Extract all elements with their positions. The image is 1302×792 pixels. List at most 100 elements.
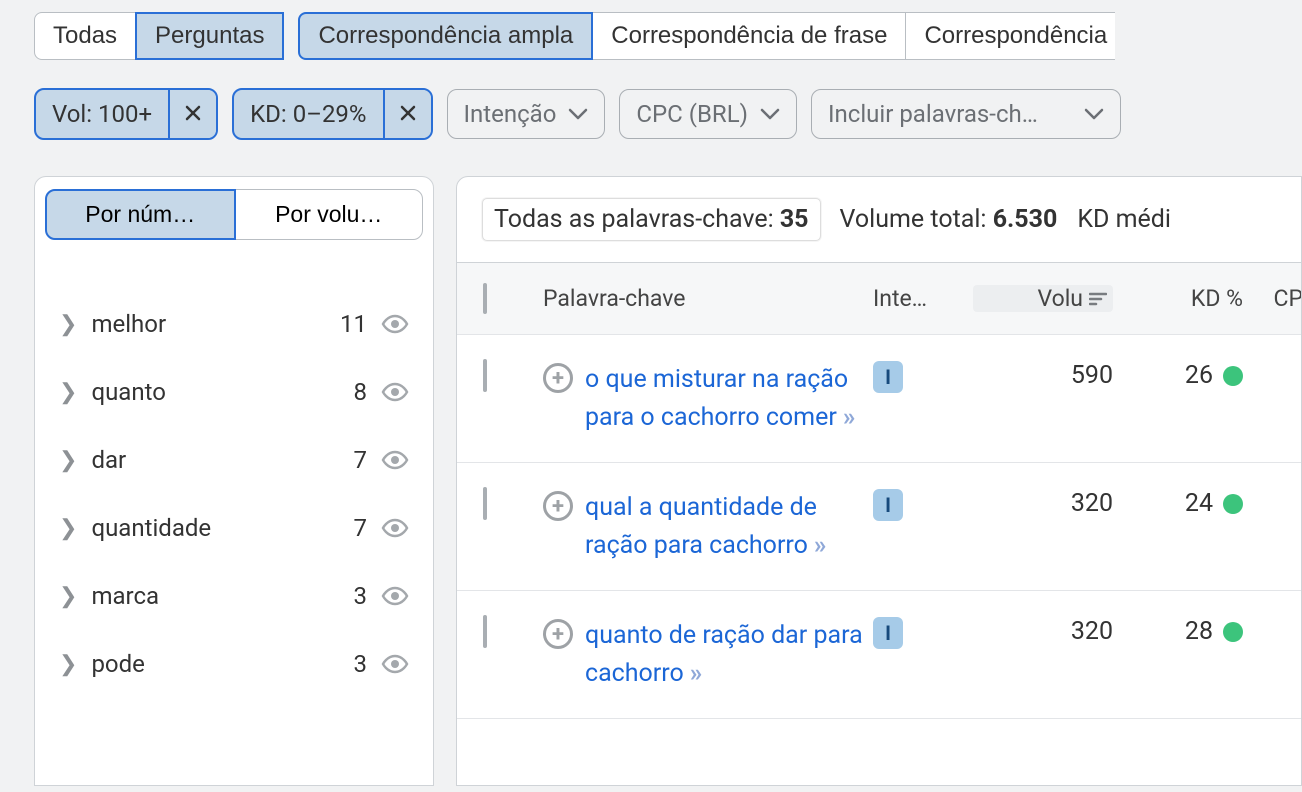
eye-icon[interactable] (381, 381, 409, 403)
table-body[interactable]: + o que misturar na ração para o cachorr… (457, 335, 1301, 765)
tab-phrase-match[interactable]: Correspondência de frase (592, 12, 906, 60)
expand-keyword-icon[interactable]: + (543, 491, 573, 521)
summary-bar: Todas as palavras-chave: 35 Volume total… (457, 177, 1301, 263)
double-chevron-icon: » (843, 403, 856, 432)
kd-value: 24 (1185, 489, 1213, 518)
close-icon (184, 104, 202, 122)
group-count: 7 (354, 446, 368, 474)
summary-total-keywords: Todas as palavras-chave: 35 (483, 199, 820, 240)
filter-kd-remove[interactable] (383, 90, 431, 138)
sidebar-tab-by-number[interactable]: Por núm… (45, 189, 236, 240)
chevron-right-icon: ❯ (59, 312, 77, 337)
table-header-row: Palavra-chave Inte… Volu KD % CP (457, 263, 1301, 335)
expand-keyword-icon[interactable]: + (543, 619, 573, 649)
eye-icon[interactable] (381, 517, 409, 539)
double-chevron-icon: » (814, 531, 827, 560)
eye-icon[interactable] (381, 653, 409, 675)
summary-total-volume: Volume total: 6.530 (840, 205, 1058, 234)
col-kd[interactable]: KD % (1113, 285, 1243, 312)
kd-cell: 28 (1113, 617, 1243, 646)
filter-intent-dropdown[interactable]: Intenção (447, 89, 606, 139)
row-checkbox[interactable] (483, 615, 487, 648)
filter-cpc-dropdown[interactable]: CPC (BRL) (619, 89, 797, 139)
intent-badge: I (873, 617, 903, 649)
intent-badge: I (873, 361, 903, 393)
chevron-right-icon: ❯ (59, 448, 77, 473)
filter-include-keywords-dropdown[interactable]: Incluir palavras-ch… (811, 89, 1121, 139)
sidebar-group-item[interactable]: ❯ marca 3 (53, 562, 415, 630)
filter-intent-label: Intenção (464, 100, 557, 128)
keywords-table-panel: Todas as palavras-chave: 35 Volume total… (456, 176, 1302, 786)
close-icon (399, 104, 417, 122)
row-checkbox[interactable] (483, 487, 487, 520)
intent-badge: I (873, 489, 903, 521)
volume-value: 320 (973, 489, 1113, 518)
tab-all[interactable]: Todas (34, 12, 136, 60)
group-word: quanto (91, 378, 339, 406)
filter-chips-row: Vol: 100+ KD: 0–29% Intenção CPC (BRL) I… (0, 60, 1302, 140)
tab-broad-match[interactable]: Correspondência ampla (298, 12, 593, 60)
keyword-link[interactable]: o que misturar na ração para o cachorro … (585, 361, 873, 436)
group-count: 8 (354, 378, 368, 406)
filter-kd: KD: 0–29% (232, 88, 432, 140)
chevron-down-icon (568, 107, 588, 121)
expand-keyword-icon[interactable]: + (543, 363, 573, 393)
group-word: marca (91, 582, 339, 610)
sidebar-group-item[interactable]: ❯ quantidade 7 (53, 494, 415, 562)
table-row: + o que misturar na ração para o cachorr… (457, 335, 1301, 463)
kd-value: 26 (1185, 361, 1213, 390)
chevron-right-icon: ❯ (59, 380, 77, 405)
sidebar-tab-by-volume[interactable]: Por volu… (235, 189, 424, 240)
row-checkbox[interactable] (483, 359, 487, 392)
sidebar-sort-tabs: Por núm… Por volu… (35, 177, 433, 240)
filter-volume: Vol: 100+ (34, 88, 218, 140)
eye-icon[interactable] (381, 313, 409, 335)
volume-value: 320 (973, 617, 1113, 646)
eye-icon[interactable] (381, 585, 409, 607)
chevron-right-icon: ❯ (59, 584, 77, 609)
col-volume[interactable]: Volu (973, 285, 1113, 312)
select-all-checkbox[interactable] (483, 283, 487, 314)
group-count: 3 (354, 650, 368, 678)
kd-cell: 26 (1113, 361, 1243, 390)
chevron-right-icon: ❯ (59, 652, 77, 677)
summary-kd-average: KD médi (1077, 205, 1171, 234)
group-count: 11 (340, 310, 367, 338)
col-cpc[interactable]: CP (1243, 285, 1302, 312)
table-row: + qual a quantidade de ração para cachor… (457, 463, 1301, 591)
col-intent[interactable]: Inte… (873, 285, 973, 312)
kd-value: 28 (1185, 617, 1213, 646)
match-type-tabs: Todas Perguntas Correspondência ampla Co… (0, 0, 1302, 60)
keyword-groups-sidebar: Por núm… Por volu… ❯ melhor 11 ❯ quanto … (34, 176, 434, 786)
main-content: Por núm… Por volu… ❯ melhor 11 ❯ quanto … (0, 140, 1302, 760)
volume-value: 590 (973, 361, 1113, 390)
eye-icon[interactable] (381, 449, 409, 471)
group-count: 3 (354, 582, 368, 610)
double-chevron-icon: » (690, 659, 703, 688)
col-keyword[interactable]: Palavra-chave (543, 285, 873, 312)
filter-volume-body[interactable]: Vol: 100+ (36, 90, 168, 138)
group-word: melhor (91, 310, 326, 338)
sidebar-group-item[interactable]: ❯ quanto 8 (53, 358, 415, 426)
chevron-down-icon (760, 107, 780, 121)
table-row: + quanto de ração dar para cachorro» I 3… (457, 591, 1301, 719)
sort-desc-icon (1089, 292, 1107, 306)
filter-include-label: Incluir palavras-ch… (828, 100, 1038, 128)
kd-cell: 24 (1113, 489, 1243, 518)
filter-volume-remove[interactable] (168, 90, 216, 138)
kd-difficulty-dot (1223, 622, 1243, 642)
keyword-link[interactable]: qual a quantidade de ração para cachorro… (585, 489, 873, 564)
sidebar-group-item[interactable]: ❯ melhor 11 (53, 290, 415, 358)
tab-exact-match[interactable]: Correspondência (905, 12, 1115, 60)
chevron-right-icon: ❯ (59, 516, 77, 541)
group-count: 7 (354, 514, 368, 542)
kd-difficulty-dot (1223, 366, 1243, 386)
filter-kd-body[interactable]: KD: 0–29% (234, 90, 382, 138)
keyword-link[interactable]: quanto de ração dar para cachorro» (585, 617, 873, 692)
sidebar-group-item[interactable]: ❯ pode 3 (53, 630, 415, 698)
sidebar-group-item[interactable]: ❯ dar 7 (53, 426, 415, 494)
sidebar-groups-list[interactable]: ❯ melhor 11 ❯ quanto 8 ❯ dar 7 ❯ quantid… (35, 240, 433, 760)
tab-questions[interactable]: Perguntas (135, 12, 284, 60)
kd-difficulty-dot (1223, 494, 1243, 514)
group-word: dar (91, 446, 339, 474)
